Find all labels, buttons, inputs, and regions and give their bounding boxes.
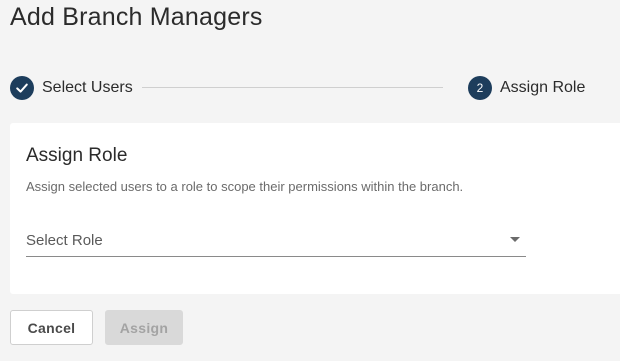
step-select-users[interactable]: Select Users — [10, 74, 133, 102]
assign-button[interactable]: Assign — [105, 310, 183, 345]
cancel-button[interactable]: Cancel — [10, 310, 93, 345]
role-select-label: Select Role — [26, 232, 103, 249]
chevron-down-icon — [510, 237, 520, 242]
step-label: Select Users — [42, 79, 133, 96]
card-description: Assign selected users to a role to scope… — [26, 179, 464, 194]
assign-role-card: Assign Role Assign selected users to a r… — [10, 123, 620, 294]
step-assign-role[interactable]: 2 Assign Role — [468, 74, 585, 102]
stepper: Select Users 2 Assign Role — [10, 74, 620, 102]
card-title: Assign Role — [26, 145, 128, 166]
role-select[interactable]: Select Role — [26, 226, 526, 257]
check-icon — [16, 83, 28, 93]
step-number-badge: 2 — [468, 76, 492, 100]
page-title: Add Branch Managers — [10, 3, 263, 31]
step-completed-badge — [10, 76, 34, 100]
step-label: Assign Role — [500, 79, 586, 96]
step-connector — [142, 87, 443, 88]
